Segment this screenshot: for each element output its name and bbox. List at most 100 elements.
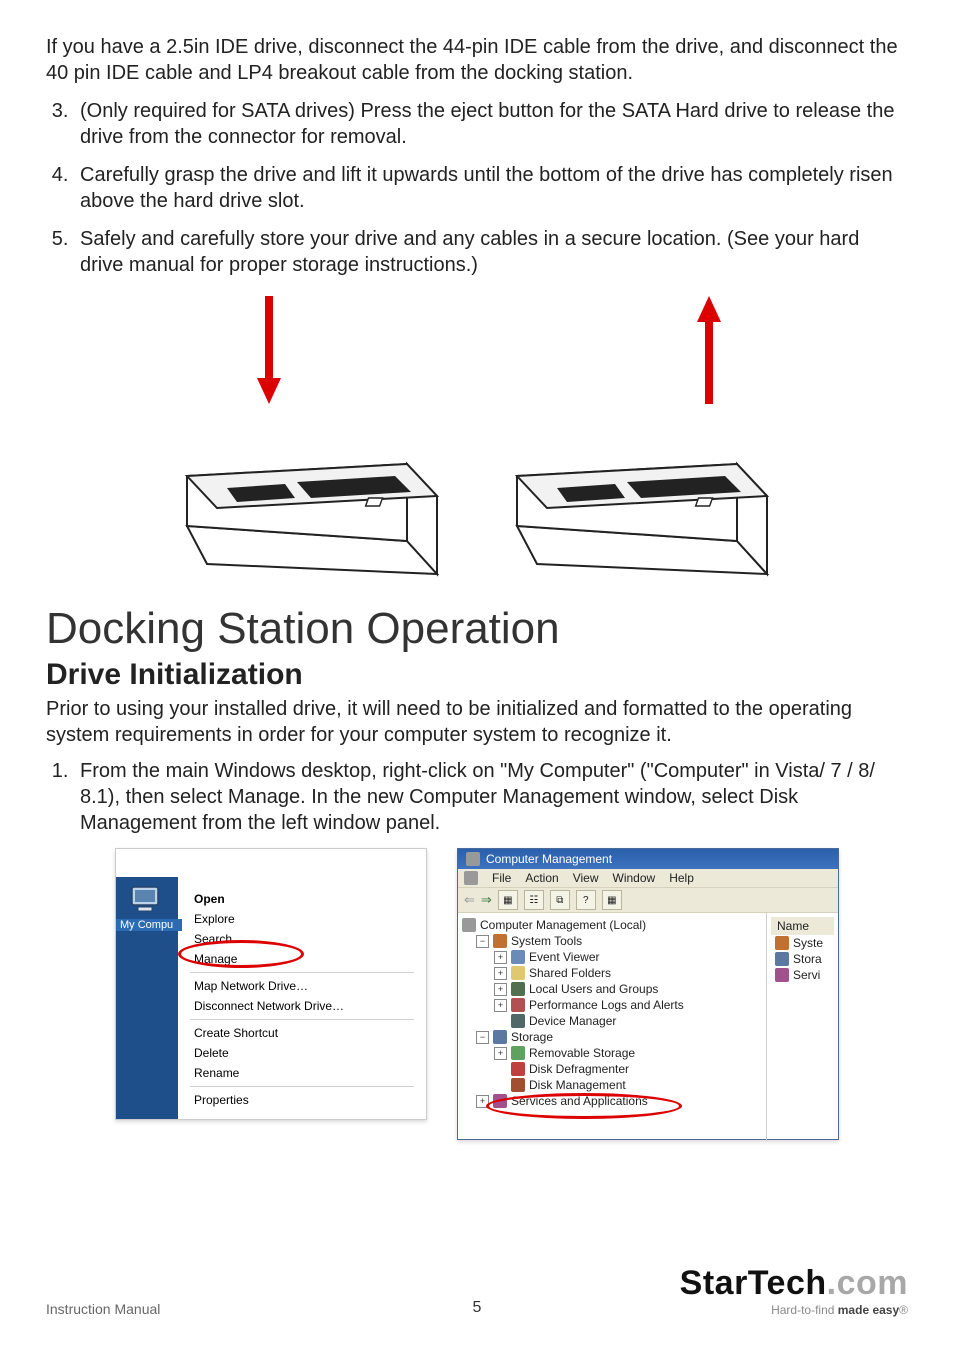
- ctx-search[interactable]: Search…: [184, 929, 420, 949]
- intro-paragraph: If you have a 2.5in IDE drive, disconnec…: [46, 34, 908, 86]
- init-steps-list: From the main Windows desktop, right-cli…: [46, 758, 908, 836]
- list-label: Syste: [793, 936, 823, 950]
- ctx-explore[interactable]: Explore: [184, 909, 420, 929]
- init-step-1: From the main Windows desktop, right-cli…: [74, 758, 908, 836]
- tree-services-applications[interactable]: + Services and Applications: [462, 1093, 762, 1109]
- computer-icon: [464, 871, 478, 885]
- tagline-b: made easy: [838, 1303, 899, 1317]
- tree-pane: Computer Management (Local) − System Too…: [458, 913, 767, 1141]
- tree-label: Event Viewer: [529, 950, 599, 964]
- nav-forward-icon[interactable]: ⇒: [481, 892, 492, 908]
- expand-icon[interactable]: +: [494, 983, 507, 996]
- list-pane: Name Syste Stora Servi: [767, 913, 838, 1141]
- expand-icon[interactable]: +: [494, 1047, 507, 1060]
- menu-action[interactable]: Action: [525, 871, 558, 885]
- ctx-open[interactable]: Open: [184, 889, 420, 909]
- ctx-create-shortcut[interactable]: Create Shortcut: [184, 1023, 420, 1043]
- storage-icon: [775, 952, 789, 966]
- menu-file[interactable]: File: [492, 871, 511, 885]
- ctx-manage[interactable]: Manage: [184, 949, 420, 969]
- collapse-icon[interactable]: −: [476, 935, 489, 948]
- toolbar-button[interactable]: ?: [576, 890, 596, 910]
- tools-icon: [493, 934, 507, 948]
- tree-root-label: Computer Management (Local): [480, 918, 646, 932]
- tree-label: Disk Management: [529, 1078, 626, 1092]
- menu-view[interactable]: View: [573, 871, 599, 885]
- dock-illustration: [177, 406, 447, 586]
- menu-window[interactable]: Window: [613, 871, 656, 885]
- arrow-down-icon: [257, 296, 281, 406]
- computer-icon: [466, 852, 480, 866]
- tree-shared-folders[interactable]: + Shared Folders: [462, 965, 762, 981]
- list-header-name[interactable]: Name: [771, 917, 834, 935]
- computer-management-screenshot: Computer Management File Action View Win…: [457, 848, 839, 1140]
- services-icon: [775, 968, 789, 982]
- page-footer: Instruction Manual 5 StarTech.com Hard-t…: [46, 1264, 908, 1317]
- expand-icon[interactable]: +: [494, 951, 507, 964]
- my-computer-icon[interactable]: [130, 885, 164, 915]
- expand-icon[interactable]: +: [494, 999, 507, 1012]
- step-3: (Only required for SATA drives) Press th…: [74, 98, 908, 150]
- window-titlebar: Computer Management: [458, 849, 838, 869]
- tree-storage[interactable]: − Storage: [462, 1029, 762, 1045]
- expand-icon[interactable]: +: [494, 967, 507, 980]
- tools-icon: [775, 936, 789, 950]
- tree-label: System Tools: [511, 934, 582, 948]
- ctx-delete[interactable]: Delete: [184, 1043, 420, 1063]
- ctx-separator: [190, 972, 414, 973]
- menu-help[interactable]: Help: [669, 871, 694, 885]
- tree-label: Disk Defragmenter: [529, 1062, 629, 1076]
- tree-local-users[interactable]: + Local Users and Groups: [462, 981, 762, 997]
- list-label: Stora: [793, 952, 822, 966]
- tree-label: Shared Folders: [529, 966, 611, 980]
- expand-icon[interactable]: +: [476, 1095, 489, 1108]
- window-title: Computer Management: [486, 852, 612, 866]
- tagline-a: Hard-to-find: [771, 1303, 838, 1317]
- tree-event-viewer[interactable]: + Event Viewer: [462, 949, 762, 965]
- section-heading: Docking Station Operation: [46, 604, 908, 654]
- tree-label: Performance Logs and Alerts: [529, 998, 684, 1012]
- tree-disk-management[interactable]: Disk Management: [462, 1077, 762, 1093]
- removal-steps-list: (Only required for SATA drives) Press th…: [46, 98, 908, 278]
- ctx-properties[interactable]: Properties: [184, 1090, 420, 1110]
- ctx-map-drive[interactable]: Map Network Drive…: [184, 976, 420, 996]
- manual-page: If you have a 2.5in IDE drive, disconnec…: [0, 0, 954, 1345]
- ctx-separator: [190, 1019, 414, 1020]
- toolbar-button[interactable]: ▦: [498, 890, 518, 910]
- window-toolbar: ⇐ ⇒ ▦ ☷ ⧉ ? ▦: [458, 887, 838, 913]
- tree-device-manager[interactable]: Device Manager: [462, 1013, 762, 1029]
- list-item[interactable]: Servi: [771, 967, 834, 983]
- computer-icon: [462, 918, 476, 932]
- storage-icon: [493, 1030, 507, 1044]
- registered-mark: ®: [899, 1303, 908, 1317]
- list-item[interactable]: Syste: [771, 935, 834, 951]
- ctx-disconnect-drive[interactable]: Disconnect Network Drive…: [184, 996, 420, 1016]
- brand-block: StarTech.com Hard-to-find made easy®: [680, 1264, 908, 1317]
- tree-disk-defragmenter[interactable]: Disk Defragmenter: [462, 1061, 762, 1077]
- tree-root[interactable]: Computer Management (Local): [462, 917, 762, 933]
- nav-back-icon[interactable]: ⇐: [464, 892, 475, 908]
- tree-removable-storage[interactable]: + Removable Storage: [462, 1045, 762, 1061]
- ctx-separator: [190, 1086, 414, 1087]
- brand-logo: StarTech.com: [680, 1264, 908, 1303]
- my-computer-label: My Compu: [116, 919, 182, 931]
- dock-diagram-row: [46, 296, 908, 586]
- folder-icon: [511, 966, 525, 980]
- step-5: Safely and carefully store your drive an…: [74, 226, 908, 278]
- ctx-rename[interactable]: Rename: [184, 1063, 420, 1083]
- removable-storage-icon: [511, 1046, 525, 1060]
- device-manager-icon: [511, 1014, 525, 1028]
- collapse-icon[interactable]: −: [476, 1031, 489, 1044]
- toolbar-button[interactable]: ☷: [524, 890, 544, 910]
- toolbar-button[interactable]: ⧉: [550, 890, 570, 910]
- brand-domain: .com: [827, 1264, 908, 1302]
- init-intro: Prior to using your installed drive, it …: [46, 696, 908, 748]
- tree-system-tools[interactable]: − System Tools: [462, 933, 762, 949]
- list-item[interactable]: Stora: [771, 951, 834, 967]
- tree-performance[interactable]: + Performance Logs and Alerts: [462, 997, 762, 1013]
- performance-icon: [511, 998, 525, 1012]
- toolbar-button[interactable]: ▦: [602, 890, 622, 910]
- window-menubar: File Action View Window Help: [458, 869, 838, 887]
- window-body: Computer Management (Local) − System Too…: [458, 913, 838, 1141]
- step-4: Carefully grasp the drive and lift it up…: [74, 162, 908, 214]
